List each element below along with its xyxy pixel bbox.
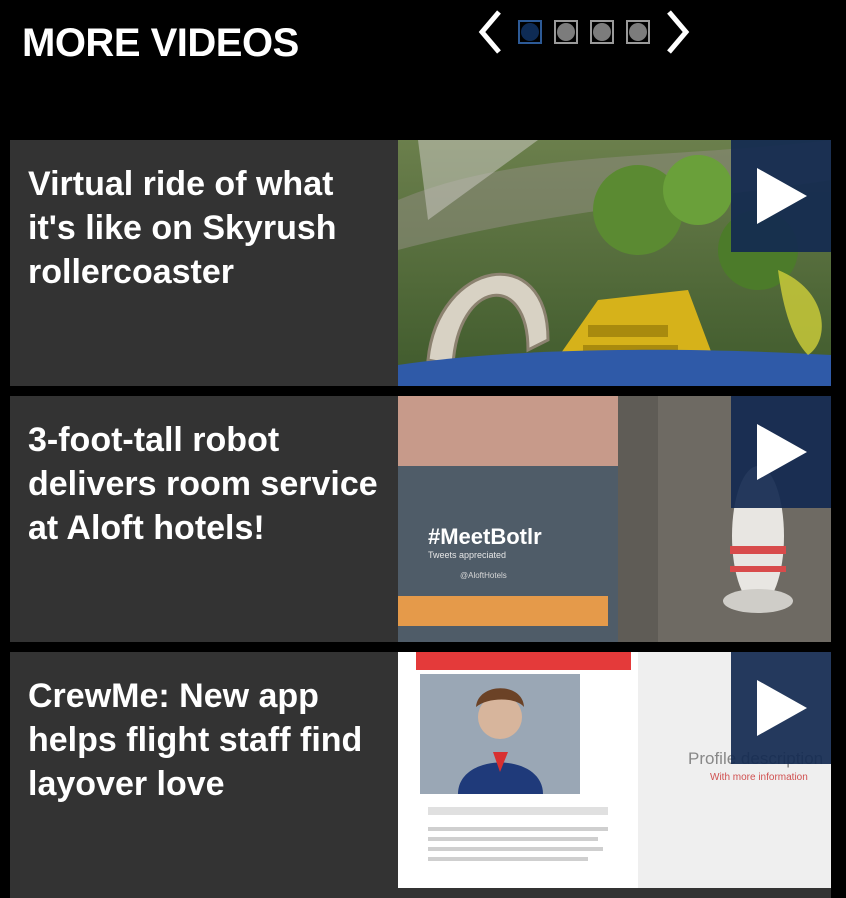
page-dot-1[interactable]	[518, 20, 542, 44]
video-title: 3-foot-tall robot delivers room service …	[28, 421, 378, 547]
video-card-skyrush[interactable]: Virtual ride of what it's like on Skyrus…	[10, 140, 831, 386]
video-title: CrewMe: New app helps flight staff find …	[28, 677, 363, 803]
thumbnail-hashtag: #MeetBotlr	[428, 524, 542, 549]
video-thumbnail[interactable]: Profile description With more informatio…	[398, 652, 831, 898]
thumbnail-tagline: Tweets appreciated	[428, 550, 506, 560]
next-page-button[interactable]	[658, 4, 698, 60]
carousel-pager	[470, 4, 698, 60]
play-button[interactable]	[731, 140, 831, 252]
play-button[interactable]	[731, 396, 831, 508]
video-thumbnail[interactable]: #MeetBotlr Tweets appreciated @AloftHote…	[398, 396, 831, 642]
play-icon	[757, 168, 807, 224]
video-title: Virtual ride of what it's like on Skyrus…	[28, 165, 337, 291]
page-dot-3[interactable]	[590, 20, 614, 44]
chevron-right-icon	[667, 10, 690, 54]
page-dot-4[interactable]	[626, 20, 650, 44]
play-icon	[757, 680, 807, 736]
video-card-crewme[interactable]: CrewMe: New app helps flight staff find …	[10, 652, 831, 898]
thumbnail-handle: @AloftHotels	[460, 571, 507, 580]
page-dot-2[interactable]	[554, 20, 578, 44]
play-icon	[757, 424, 807, 480]
play-button[interactable]	[731, 652, 831, 764]
thumbnail-profile-sub: With more information	[710, 772, 808, 783]
video-card-robot[interactable]: 3-foot-tall robot delivers room service …	[10, 396, 831, 642]
page-title: MORE VIDEOS	[22, 21, 299, 65]
video-thumbnail[interactable]	[398, 140, 831, 386]
prev-page-button[interactable]	[470, 4, 510, 60]
chevron-left-icon	[478, 10, 501, 54]
